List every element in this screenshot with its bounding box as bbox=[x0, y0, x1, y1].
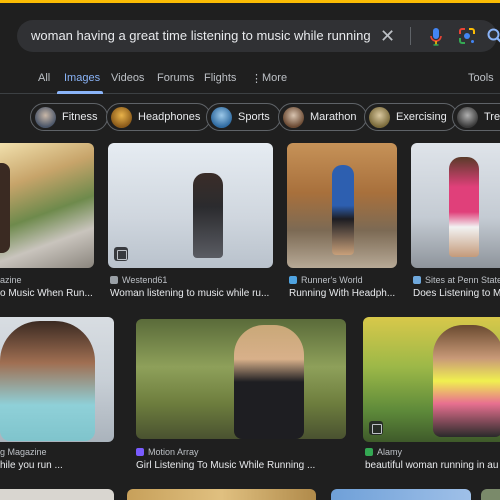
result-source-row: Alamy bbox=[365, 447, 500, 457]
person-figure bbox=[433, 325, 500, 437]
runner-figure bbox=[449, 157, 479, 257]
search-bar[interactable]: woman having a great time listening to m… bbox=[17, 20, 500, 52]
result-title[interactable]: hile you run ... bbox=[0, 460, 115, 471]
source-favicon-icon bbox=[110, 276, 118, 284]
result-source: g Magazine bbox=[0, 447, 47, 457]
source-favicon-icon bbox=[289, 276, 297, 284]
result-source-row: Motion Array bbox=[136, 447, 346, 457]
clear-icon[interactable]: ✕ bbox=[380, 26, 395, 46]
result-image-11[interactable] bbox=[481, 489, 500, 500]
search-input[interactable]: woman having a great time listening to m… bbox=[31, 28, 371, 43]
result-title[interactable]: o Music When Run... bbox=[0, 288, 100, 299]
runner-figure bbox=[0, 163, 10, 253]
chip-thumbnail bbox=[283, 106, 304, 128]
result-image-3[interactable] bbox=[287, 143, 397, 268]
chip-label: Trea bbox=[484, 111, 500, 123]
tab-videos[interactable]: Videos bbox=[111, 72, 144, 84]
result-title[interactable]: Does Listening to M bbox=[413, 288, 500, 299]
person-figure bbox=[0, 321, 95, 441]
source-favicon-icon bbox=[413, 276, 421, 284]
result-image-4[interactable] bbox=[411, 143, 500, 268]
search-tabs: All Images Videos Forums Flights ⋮ More … bbox=[0, 60, 500, 94]
chip-label: Fitness bbox=[62, 111, 98, 123]
tools-button[interactable]: Tools bbox=[468, 72, 494, 84]
runner-figure bbox=[193, 173, 223, 258]
search-bar-divider bbox=[410, 27, 411, 45]
tab-forums[interactable]: Forums bbox=[157, 72, 194, 84]
runner-figure bbox=[332, 165, 354, 255]
result-image-10[interactable] bbox=[331, 489, 471, 500]
source-favicon-icon bbox=[136, 448, 144, 456]
result-image-1[interactable] bbox=[0, 143, 94, 268]
chip-marathon[interactable]: Marathon bbox=[278, 103, 368, 131]
chip-thumbnail bbox=[369, 106, 390, 128]
image-badge-icon bbox=[114, 247, 128, 261]
chip-label: Sports bbox=[238, 111, 270, 123]
result-source: Motion Array bbox=[148, 447, 199, 457]
chip-label: Marathon bbox=[310, 111, 357, 123]
result-image-8[interactable] bbox=[0, 489, 114, 500]
chip-exercising[interactable]: Exercising bbox=[364, 103, 458, 131]
tab-more[interactable]: More bbox=[262, 72, 287, 84]
result-source: azine bbox=[0, 275, 22, 285]
source-favicon-icon bbox=[365, 448, 373, 456]
search-icon[interactable] bbox=[486, 27, 500, 45]
tab-flights[interactable]: Flights bbox=[204, 72, 236, 84]
person-figure bbox=[234, 325, 304, 439]
chip-label: Headphones bbox=[138, 111, 201, 123]
result-image-7[interactable] bbox=[363, 317, 500, 442]
result-image-9[interactable] bbox=[127, 489, 316, 500]
tab-all[interactable]: All bbox=[38, 72, 50, 84]
result-source-row: Westend61 bbox=[110, 275, 275, 285]
result-title[interactable]: beautiful woman running in au bbox=[365, 460, 500, 471]
result-image-6[interactable] bbox=[136, 319, 346, 439]
result-image-5[interactable] bbox=[0, 317, 114, 442]
related-chips: Fitness Headphones Sports Marathon Exerc… bbox=[0, 100, 500, 134]
chip-thumbnail bbox=[35, 106, 56, 128]
chip-fitness[interactable]: Fitness bbox=[30, 103, 109, 131]
result-title[interactable]: Running With Headph... bbox=[289, 288, 399, 299]
chip-treadmill[interactable]: Trea bbox=[452, 103, 500, 131]
chip-headphones[interactable]: Headphones bbox=[106, 103, 212, 131]
top-accent-line bbox=[0, 0, 500, 3]
result-source-row: Sites at Penn State bbox=[413, 275, 500, 285]
chip-thumbnail bbox=[211, 106, 232, 128]
result-image-2[interactable] bbox=[108, 143, 273, 268]
chip-sports[interactable]: Sports bbox=[206, 103, 281, 131]
result-source: Runner's World bbox=[301, 275, 363, 285]
result-source: Alamy bbox=[377, 447, 403, 457]
chip-label: Exercising bbox=[396, 111, 447, 123]
active-tab-indicator bbox=[57, 91, 103, 94]
result-title[interactable]: Girl Listening To Music While Running ..… bbox=[136, 460, 346, 471]
result-source: Sites at Penn State bbox=[425, 275, 500, 285]
tab-images[interactable]: Images bbox=[64, 72, 100, 84]
microphone-icon[interactable] bbox=[429, 27, 443, 47]
result-source: Westend61 bbox=[122, 275, 168, 285]
chip-thumbnail bbox=[111, 106, 132, 128]
google-lens-icon[interactable] bbox=[458, 27, 476, 45]
more-icon[interactable]: ⋮ bbox=[251, 72, 262, 85]
image-badge-icon bbox=[369, 421, 383, 435]
result-title[interactable]: Woman listening to music while ru... bbox=[110, 288, 275, 299]
chip-thumbnail bbox=[457, 106, 478, 128]
result-source-row: Runner's World bbox=[289, 275, 399, 285]
